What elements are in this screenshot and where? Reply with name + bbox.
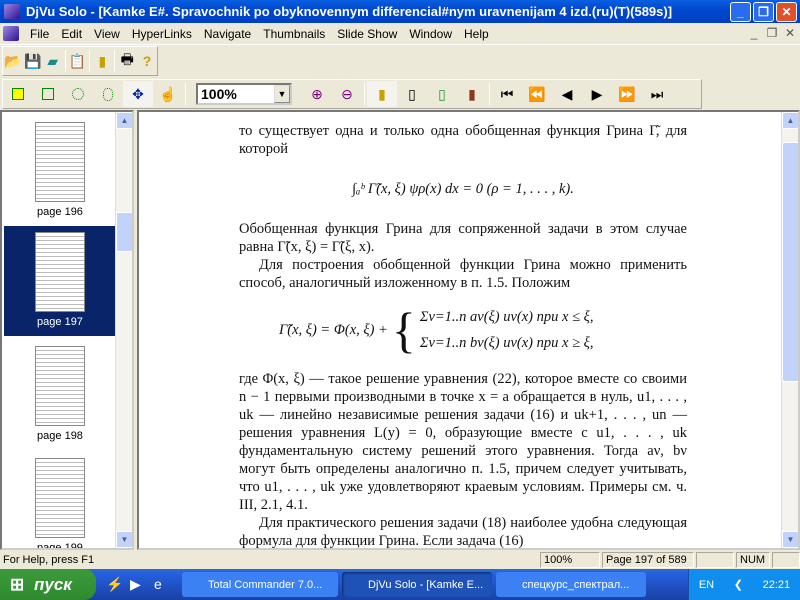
view-toolbar: ✥ ☝ 100% ▼ ⊕ ⊖ ▮ ▯ ▯ ▮ ⏮ ⏪ ◀ ▶ ⏩ ⏭ <box>2 79 702 109</box>
menu-file[interactable]: File <box>24 27 55 41</box>
page-properties-icon[interactable]: ▮ <box>92 48 112 74</box>
print-icon[interactable]: 🖶 <box>117 48 137 74</box>
media-player-icon[interactable]: ▶ <box>130 576 141 593</box>
quicklaunch-icon[interactable]: ⚡ <box>106 576 123 593</box>
language-indicator[interactable]: EN <box>699 579 714 591</box>
menu-navigate[interactable]: Navigate <box>198 27 257 41</box>
doc-close-button[interactable]: ✕ <box>782 26 798 40</box>
doc-minimize-button[interactable]: _ <box>746 26 762 40</box>
scan-icon[interactable]: ▰ <box>43 48 63 74</box>
foreground-mode-icon[interactable]: ▯ <box>427 81 457 107</box>
task-word-document[interactable]: спецкурс_спектрал... <box>496 572 646 597</box>
bw-mode-icon[interactable]: ▯ <box>397 81 427 107</box>
thumbnail-page-198[interactable]: page 198 <box>4 340 116 450</box>
paragraph: Для практического решения задачи (18) на… <box>239 515 687 549</box>
tray-expand-icon[interactable]: ❮ <box>734 578 743 591</box>
menu-edit[interactable]: Edit <box>55 27 88 41</box>
first-page-icon[interactable]: ⏮ <box>492 81 522 107</box>
ie-icon[interactable]: e <box>154 576 162 592</box>
menu-thumbnails[interactable]: Thumbnails <box>257 27 331 41</box>
paragraph: Для построения обобщенной функции Грина … <box>239 257 687 291</box>
task-total-commander[interactable]: Total Commander 7.0... <box>182 572 338 597</box>
task-djvu-solo[interactable]: DjVu Solo - [Kamke E... <box>342 572 492 597</box>
file-toolbar: 📂 💾 ▰ 📋 ▮ 🖶 ? <box>2 46 158 76</box>
system-tray: EN ❮ 22:21 <box>688 569 800 600</box>
paragraph: где Φ(x, ξ) — такое решение уравнения (2… <box>239 371 687 513</box>
menu-bar: File Edit View HyperLinks Navigate Thumb… <box>0 23 800 45</box>
status-num: NUM <box>736 552 770 568</box>
document-page: то существует одна и только одна обобщен… <box>239 122 687 549</box>
thumbnail-panel: page 196 page 197 page 198 page 199 ▲ ▼ <box>0 110 134 550</box>
paragraph: Обобщенная функция Грина для сопряженной… <box>239 221 687 255</box>
clock: 22:21 <box>762 578 791 591</box>
thumbnail-page-197[interactable]: page 197 <box>4 226 116 336</box>
windows-logo-icon: ⊞ <box>10 574 25 594</box>
menu-view[interactable]: View <box>88 27 126 41</box>
hand-tool-icon[interactable]: ☝ <box>153 81 183 107</box>
open-icon[interactable]: 📂 <box>3 48 23 74</box>
document-icon <box>3 26 19 41</box>
background-mode-icon[interactable]: ▮ <box>457 81 487 107</box>
color-mode-icon[interactable]: ▮ <box>367 81 397 107</box>
minimize-button[interactable]: _ <box>730 2 751 22</box>
close-button[interactable]: ✕ <box>776 2 797 22</box>
taskbar: ⊞ пуск ⚡ ▶ e Total Commander 7.0... DjVu … <box>0 569 800 600</box>
menu-hyperlinks[interactable]: HyperLinks <box>126 27 198 41</box>
clipboard-icon[interactable]: 📋 <box>68 48 88 74</box>
title-bar: DjVu Solo - [Kamke E#. Spravochnik po ob… <box>0 0 800 23</box>
select-rect-filled-icon[interactable] <box>3 81 33 107</box>
next-pages-icon[interactable]: ⏩ <box>612 81 642 107</box>
zoom-in-icon[interactable]: ⊕ <box>302 81 332 107</box>
thumbnail-page-199[interactable]: page 199 <box>4 452 116 548</box>
status-page: Page 197 of 589 <box>602 552 694 568</box>
select-ellipse-icon[interactable] <box>63 81 93 107</box>
status-help: For Help, press F1 <box>3 554 95 566</box>
formula: ∫ₐᵇ Γ̃(x, ξ) ψρ(x) dx = 0 (ρ = 1, . . . … <box>352 181 574 197</box>
maximize-button[interactable]: ❐ <box>753 2 774 22</box>
zoom-select[interactable]: 100% ▼ <box>196 83 292 105</box>
last-page-icon[interactable]: ⏭ <box>642 81 672 107</box>
start-button[interactable]: ⊞ пуск <box>0 569 96 600</box>
formula: Γ̃(x, ξ) = Φ(x, ξ) + { Σν=1..n aν(ξ) uν(… <box>279 302 594 358</box>
zoom-value: 100% <box>201 86 237 102</box>
pan-icon[interactable]: ✥ <box>123 81 153 107</box>
save-icon[interactable]: 💾 <box>23 48 43 74</box>
zoom-out-icon[interactable]: ⊖ <box>332 81 362 107</box>
window-title: DjVu Solo - [Kamke E#. Spravochnik po ob… <box>26 4 673 19</box>
chevron-down-icon[interactable]: ▼ <box>274 85 290 103</box>
select-lasso-icon[interactable] <box>93 81 123 107</box>
menu-help[interactable]: Help <box>458 27 495 41</box>
prev-pages-icon[interactable]: ⏪ <box>522 81 552 107</box>
thumbnail-scrollbar[interactable]: ▲ ▼ <box>115 112 132 548</box>
help-icon[interactable]: ? <box>137 48 157 74</box>
document-scrollbar[interactable]: ▲ ▼ <box>781 112 798 548</box>
document-view: то существует одна и только одна обобщен… <box>137 110 800 550</box>
thumbnail-page-196[interactable]: page 196 <box>4 116 116 226</box>
paragraph: то существует одна и только одна обобщен… <box>239 123 687 157</box>
menu-window[interactable]: Window <box>403 27 458 41</box>
prev-page-icon[interactable]: ◀ <box>552 81 582 107</box>
doc-restore-button[interactable]: ❐ <box>764 26 780 40</box>
djvu-app-icon <box>4 4 20 19</box>
menu-slideshow[interactable]: Slide Show <box>331 27 403 41</box>
status-bar: For Help, press F1 100% Page 197 of 589 … <box>0 551 800 569</box>
status-zoom: 100% <box>540 552 600 568</box>
select-rect-icon[interactable] <box>33 81 63 107</box>
next-page-icon[interactable]: ▶ <box>582 81 612 107</box>
